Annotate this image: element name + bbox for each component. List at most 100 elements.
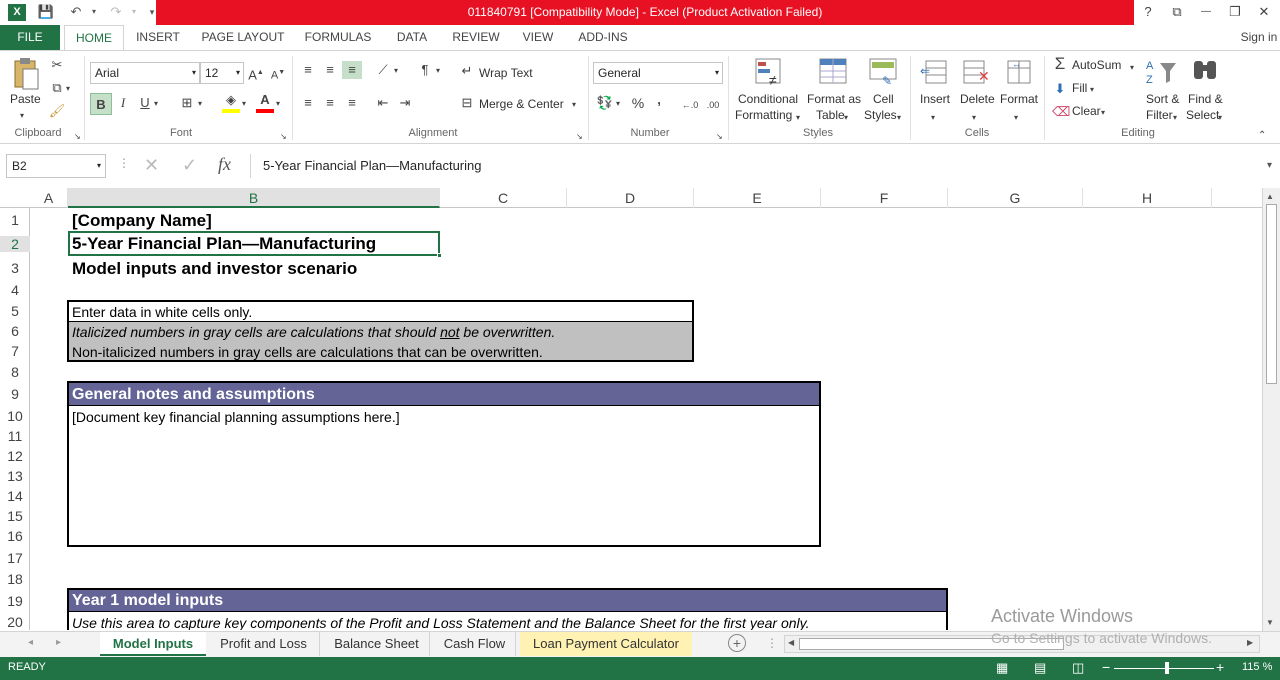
- fill-color-icon[interactable]: ◈: [222, 91, 240, 113]
- align-right-icon[interactable]: ≡: [342, 94, 362, 112]
- italic-gray-instruction[interactable]: Italicized numbers in gray cells are cal…: [69, 322, 692, 342]
- underline-button[interactable]: U: [136, 94, 154, 112]
- alignment-launcher-icon[interactable]: ↘: [576, 128, 583, 146]
- row-header[interactable]: 8: [0, 364, 30, 380]
- italic-button[interactable]: I: [114, 94, 132, 112]
- top-align-icon[interactable]: ≡: [298, 61, 318, 79]
- percent-style-button[interactable]: %: [630, 94, 646, 112]
- row-header[interactable]: 14: [0, 488, 30, 504]
- format-as-table-label[interactable]: Format as: [807, 92, 861, 106]
- scroll-down-icon[interactable]: ▼: [1266, 618, 1274, 627]
- scroll-right-icon[interactable]: ▶: [1247, 638, 1253, 647]
- align-center-icon[interactable]: ≡: [320, 94, 340, 112]
- column-header-h[interactable]: H: [1083, 188, 1212, 208]
- minimize-button[interactable]: —: [1192, 0, 1220, 25]
- selected-cell-b2[interactable]: 5-Year Financial Plan—Manufacturing: [68, 231, 440, 256]
- row-header[interactable]: 16: [0, 528, 30, 544]
- font-color-icon[interactable]: A: [256, 91, 274, 113]
- row-header[interactable]: 18: [0, 571, 30, 587]
- format-cells-label[interactable]: Format: [1000, 92, 1038, 106]
- column-header-a[interactable]: A: [30, 188, 68, 208]
- help-button[interactable]: ?: [1134, 0, 1162, 25]
- clear-button[interactable]: Clear: [1072, 104, 1101, 118]
- redo-icon[interactable]: ↷: [106, 3, 126, 21]
- tab-file[interactable]: FILE: [0, 25, 60, 50]
- undo-icon[interactable]: ↶: [66, 3, 86, 21]
- fill-color-dropdown-icon[interactable]: ▾: [242, 95, 246, 113]
- format-as-table-icon[interactable]: [818, 57, 850, 87]
- copy-icon[interactable]: ⧉: [48, 79, 66, 97]
- column-header-f[interactable]: F: [821, 188, 948, 208]
- sheet-tab-cash-flow[interactable]: Cash Flow: [434, 632, 516, 656]
- font-color-dropdown-icon[interactable]: ▾: [276, 95, 280, 113]
- borders-icon[interactable]: ⊞: [178, 94, 196, 112]
- sort-filter-dropdown-icon[interactable]: ▾: [1173, 109, 1177, 127]
- font-name-select[interactable]: Arial ▾: [90, 62, 200, 84]
- row-header[interactable]: 7: [0, 343, 30, 359]
- delete-cells-label[interactable]: Delete: [960, 92, 995, 106]
- format-dropdown-icon[interactable]: ▾: [1014, 109, 1018, 127]
- borders-dropdown-icon[interactable]: ▾: [198, 95, 202, 113]
- insert-cells-label[interactable]: Insert: [920, 92, 950, 106]
- insert-dropdown-icon[interactable]: ▾: [931, 109, 935, 127]
- format-cells-icon[interactable]: ↔: [1004, 57, 1034, 87]
- tab-data[interactable]: DATA: [390, 25, 434, 50]
- conditional-dropdown-icon[interactable]: ▾: [796, 109, 800, 127]
- ribbon-display-options-button[interactable]: ⧉: [1163, 0, 1191, 25]
- zoom-in-icon[interactable]: +: [1216, 659, 1224, 675]
- row-header[interactable]: 12: [0, 448, 30, 464]
- underline-dropdown-icon[interactable]: ▾: [154, 95, 158, 113]
- tab-insert[interactable]: INSERT: [132, 25, 184, 50]
- tab-view[interactable]: VIEW: [518, 25, 558, 50]
- scroll-left-icon[interactable]: ◀: [788, 638, 794, 647]
- cell-styles-label-2[interactable]: Styles: [864, 108, 897, 122]
- delete-cells-icon[interactable]: ✕: [962, 57, 992, 87]
- number-format-select[interactable]: General ▾: [593, 62, 723, 84]
- wrap-text-icon[interactable]: ↵: [460, 62, 474, 80]
- find-select-dropdown-icon[interactable]: ▾: [1218, 109, 1222, 127]
- column-header-c[interactable]: C: [440, 188, 567, 208]
- paste-label[interactable]: Paste: [10, 92, 41, 106]
- year1-inputs-header[interactable]: Year 1 model inputs: [69, 590, 946, 612]
- tab-review[interactable]: REVIEW: [450, 25, 502, 50]
- row-header[interactable]: 3: [0, 260, 30, 276]
- row-header[interactable]: 13: [0, 468, 30, 484]
- tab-page-layout[interactable]: PAGE LAYOUT: [198, 25, 288, 50]
- decrease-decimal-icon[interactable]: .00: [703, 96, 723, 114]
- font-launcher-icon[interactable]: ↘: [280, 128, 287, 146]
- prev-sheet-icon[interactable]: ◂: [28, 637, 33, 648]
- paste-icon[interactable]: [10, 57, 40, 91]
- autosum-dropdown-icon[interactable]: ▾: [1130, 59, 1134, 77]
- company-name-cell[interactable]: [Company Name]: [72, 211, 212, 231]
- column-header-g[interactable]: G: [948, 188, 1083, 208]
- text-direction-icon[interactable]: ¶: [416, 61, 434, 79]
- accounting-dropdown-icon[interactable]: ▾: [616, 95, 620, 113]
- conditional-formatting-label-2[interactable]: Formatting: [735, 108, 792, 122]
- conditional-formatting-icon[interactable]: ≠: [754, 57, 786, 88]
- merge-center-icon[interactable]: ⊟: [460, 94, 474, 112]
- accounting-format-icon[interactable]: 💱: [596, 94, 614, 112]
- formula-input[interactable]: 5-Year Financial Plan—Manufacturing ▾: [250, 154, 1274, 178]
- insert-function-button[interactable]: fx: [218, 154, 231, 175]
- tab-add-ins[interactable]: ADD-INS: [574, 25, 632, 50]
- scroll-up-icon[interactable]: ▲: [1266, 192, 1274, 201]
- comma-style-button[interactable]: ,: [652, 91, 666, 109]
- format-as-table-label-2[interactable]: Table: [816, 108, 845, 122]
- format-as-table-dropdown-icon[interactable]: ▾: [844, 109, 848, 127]
- general-notes-header[interactable]: General notes and assumptions: [69, 383, 819, 406]
- row-header[interactable]: 6: [0, 323, 30, 339]
- subtitle-cell[interactable]: Model inputs and investor scenario: [72, 259, 357, 279]
- clear-icon[interactable]: ⌫: [1052, 103, 1070, 121]
- normal-view-icon[interactable]: ▦: [996, 660, 1008, 676]
- decrease-font-size-icon[interactable]: A▼: [270, 64, 286, 85]
- vertical-scroll-thumb[interactable]: [1266, 204, 1277, 384]
- row-header[interactable]: 15: [0, 508, 30, 524]
- row-header[interactable]: 19: [0, 593, 30, 609]
- sheet-tab-model-inputs[interactable]: Model Inputs: [100, 632, 206, 656]
- cell-styles-icon[interactable]: ✎: [868, 57, 900, 88]
- row-header[interactable]: 1: [0, 212, 30, 228]
- white-cell-instruction[interactable]: Enter data in white cells only.: [69, 302, 692, 322]
- delete-dropdown-icon[interactable]: ▾: [972, 109, 976, 127]
- number-launcher-icon[interactable]: ↘: [716, 128, 723, 146]
- orientation-dropdown-icon[interactable]: ▾: [394, 62, 398, 80]
